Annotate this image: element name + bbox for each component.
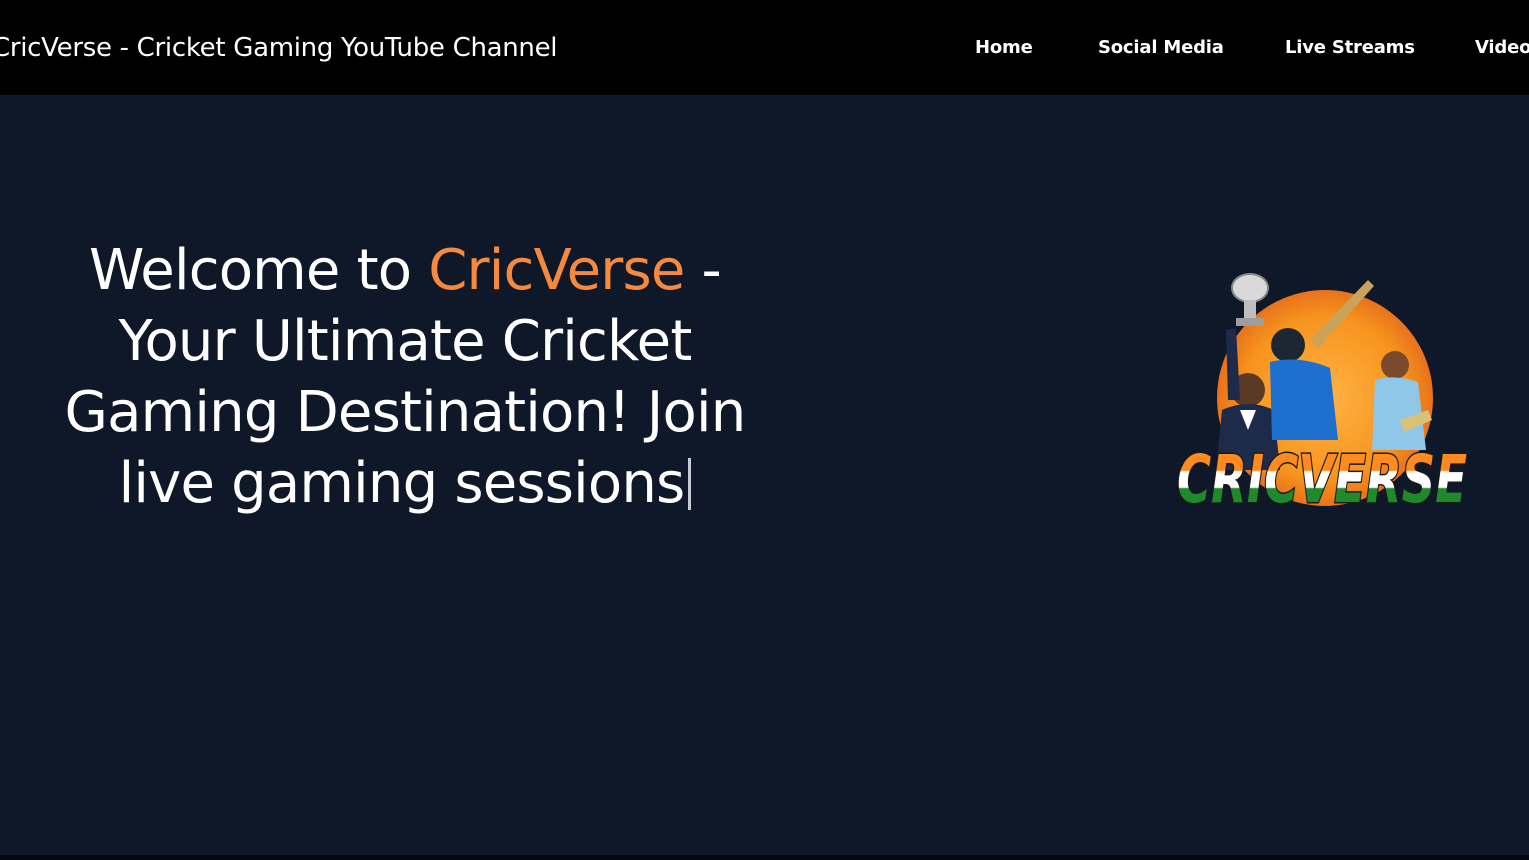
- hero-text-before: Welcome to: [89, 238, 429, 303]
- cricverse-logo: CRICVERSE: [1170, 270, 1475, 530]
- nav-link-home[interactable]: Home: [975, 36, 1033, 60]
- nav-link-social-media[interactable]: Social Media: [1098, 36, 1224, 60]
- hero-section: Welcome to CricVerse - Your Ultimate Cri…: [0, 95, 1529, 855]
- logo-wordmark: CRICVERSE: [1177, 441, 1467, 518]
- nav-link-live-streams[interactable]: Live Streams: [1285, 36, 1415, 60]
- typing-caret: [688, 458, 692, 510]
- nav-link-videos[interactable]: Videos: [1475, 36, 1529, 60]
- navbar: CricVerse - Cricket Gaming YouTube Chann…: [0, 0, 1529, 95]
- hero-heading: Welcome to CricVerse - Your Ultimate Cri…: [30, 235, 780, 519]
- page-bottom-edge: [0, 855, 1529, 860]
- cricverse-logo-graphic: CRICVERSE: [1176, 273, 1469, 520]
- hero-brand-highlight: CricVerse: [428, 238, 685, 303]
- trophy-icon: [1231, 273, 1269, 326]
- site-title[interactable]: CricVerse - Cricket Gaming YouTube Chann…: [0, 31, 558, 65]
